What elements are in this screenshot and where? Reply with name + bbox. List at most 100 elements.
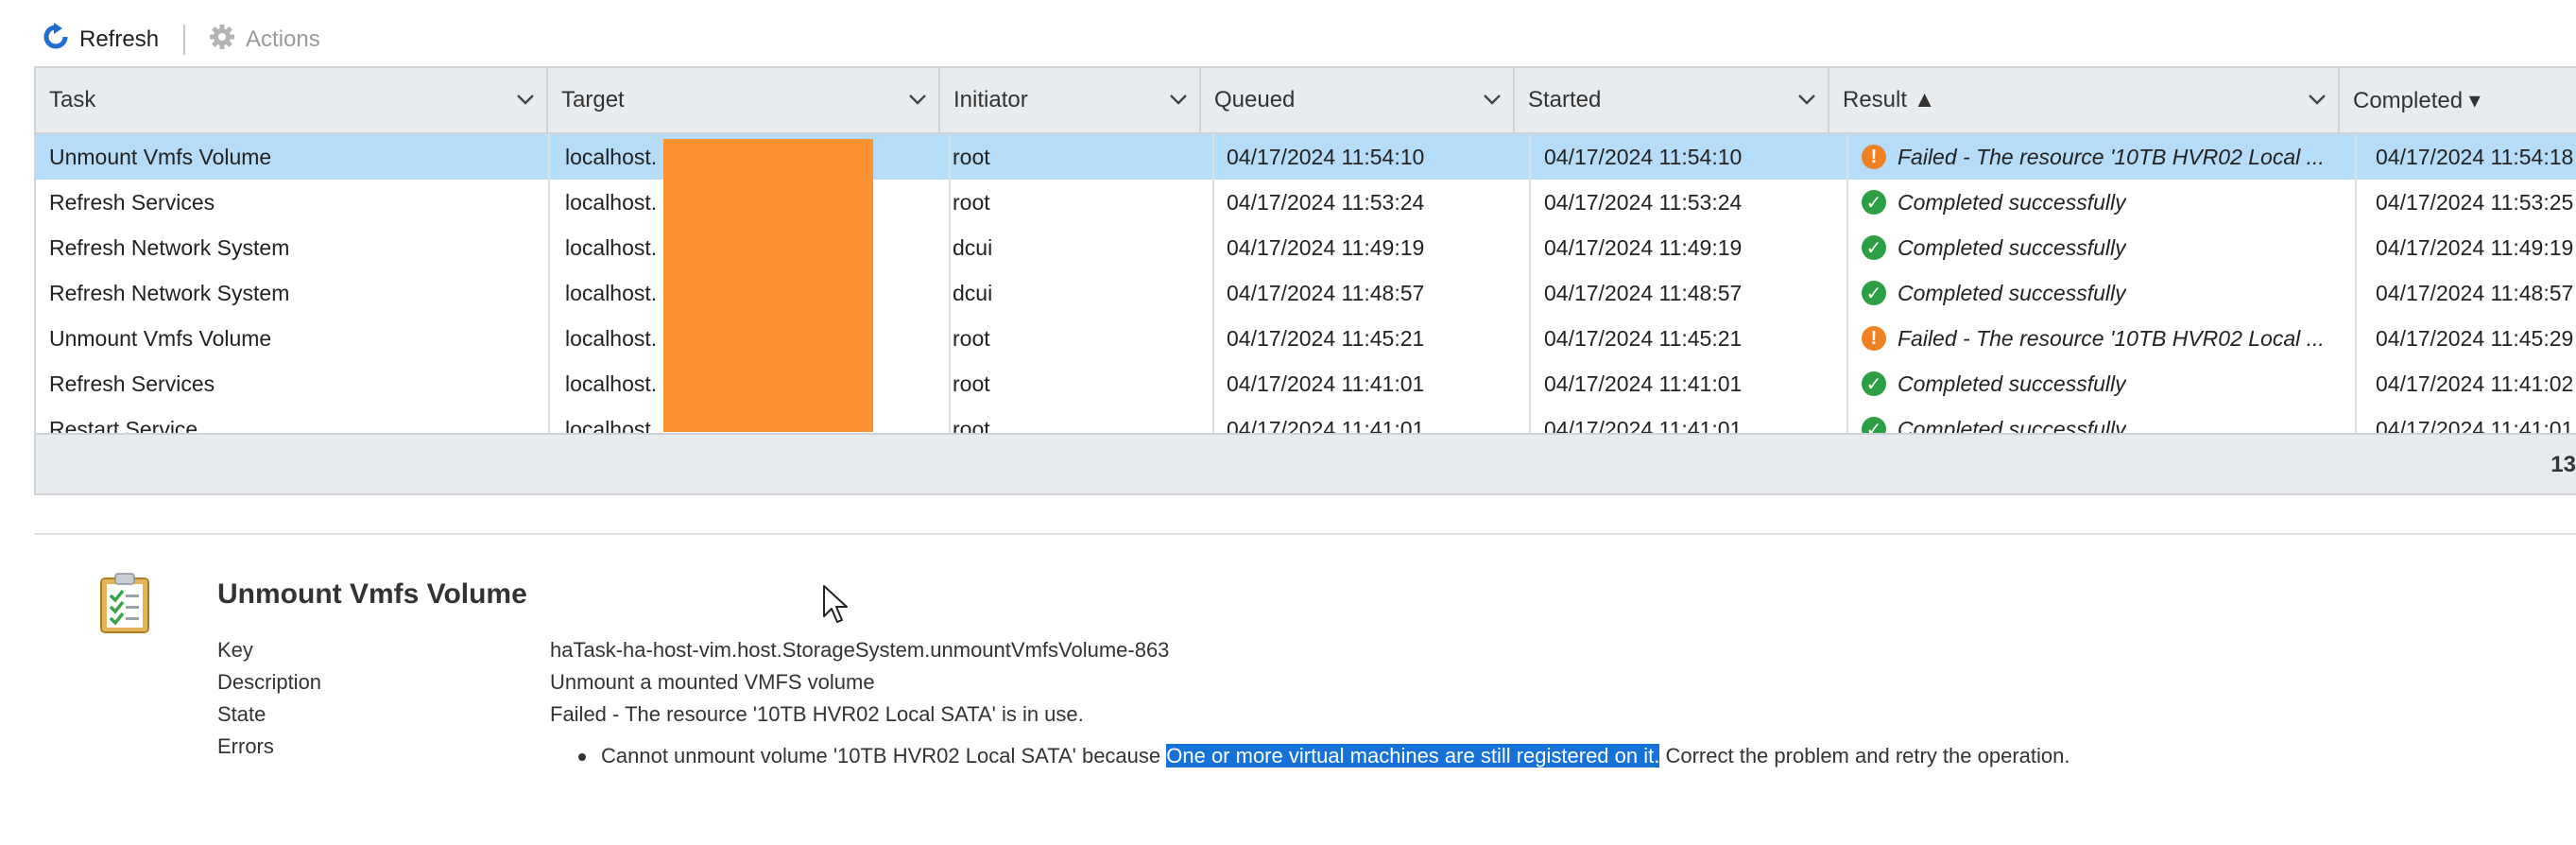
column-divider xyxy=(548,180,550,225)
cell-started: 04/17/2024 11:49:19 xyxy=(1544,234,1743,260)
column-divider xyxy=(2355,180,2357,225)
column-header-label: Completed ▾ xyxy=(2353,87,2481,113)
column-divider xyxy=(1846,180,1848,225)
column-divider xyxy=(1846,361,1848,406)
cell-result: ✓ Completed successfully xyxy=(1862,180,2334,225)
column-divider xyxy=(1529,270,1531,316)
checkmark-icon: ✓ xyxy=(1862,190,1886,215)
column-divider xyxy=(1846,134,1848,180)
cell-queued: 04/17/2024 11:49:19 xyxy=(1227,234,1425,260)
clipboard-checklist-icon xyxy=(98,573,151,640)
cell-result: ✓ Completed successfully xyxy=(1862,225,2334,270)
checkmark-icon: ✓ xyxy=(1862,281,1886,305)
cell-task: Refresh Services xyxy=(49,371,215,396)
redaction-block xyxy=(663,139,873,432)
column-divider xyxy=(1529,134,1531,180)
result-text: Failed - The resource '10TB HVR02 Local … xyxy=(1898,144,2325,169)
cell-task: Refresh Network System xyxy=(49,234,290,260)
column-divider xyxy=(949,225,951,270)
column-divider xyxy=(1529,225,1531,270)
result-text: Completed successfully xyxy=(1898,234,2126,260)
column-divider xyxy=(2355,316,2357,361)
cell-completed: 04/17/2024 11:54:18 xyxy=(2376,144,2574,169)
cell-task: Refresh Services xyxy=(49,189,215,215)
chevron-down-icon[interactable] xyxy=(908,93,927,106)
key-value: haTask-ha-host-vim.host.StorageSystem.un… xyxy=(550,638,1170,662)
column-header-target[interactable]: Target xyxy=(548,68,940,132)
cell-queued: 04/17/2024 11:48:57 xyxy=(1227,280,1425,305)
column-header-label: Result ▲ xyxy=(1843,87,1936,112)
cell-queued: 04/17/2024 11:41:01 xyxy=(1227,371,1425,396)
error-text-highlighted[interactable]: One or more virtual machines are still r… xyxy=(1166,744,1660,767)
error-text-after: Correct the problem and retry the operat… xyxy=(1659,744,2070,767)
warning-icon: ! xyxy=(1862,145,1886,169)
cell-initiator: root xyxy=(953,144,990,169)
cell-result: ! Failed - The resource '10TB HVR02 Local… xyxy=(1862,134,2334,180)
column-divider xyxy=(949,316,951,361)
column-divider xyxy=(548,225,550,270)
column-header-result[interactable]: Result ▲ xyxy=(1829,68,2340,132)
chevron-down-icon[interactable] xyxy=(1169,93,1188,106)
column-divider xyxy=(1529,316,1531,361)
column-header-queued[interactable]: Queued xyxy=(1201,68,1515,132)
column-header-task[interactable]: Task xyxy=(36,68,548,132)
bullet xyxy=(578,753,586,762)
cell-queued: 04/17/2024 11:54:10 xyxy=(1227,144,1425,169)
table-row[interactable]: Refresh Network System localhost. dcui 04/1… xyxy=(36,270,2576,316)
checkmark-icon: ✓ xyxy=(1862,371,1886,396)
table-row[interactable]: Unmount Vmfs Volume localhost. root 04/17/2… xyxy=(36,134,2576,180)
result-text: Completed successfully xyxy=(1898,280,2126,305)
result-text: Completed successfully xyxy=(1898,189,2126,215)
result-text: Failed - The resource '10TB HVR02 Local … xyxy=(1898,325,2325,351)
cell-queued: 04/17/2024 11:45:21 xyxy=(1227,325,1425,351)
column-divider xyxy=(1212,134,1214,180)
chevron-down-icon[interactable] xyxy=(1797,93,1816,106)
column-header-label: Queued xyxy=(1214,87,1296,112)
column-header-started[interactable]: Started xyxy=(1515,68,1829,132)
grid-footer: 13 xyxy=(36,433,2576,493)
result-text: Completed successfully xyxy=(1898,371,2126,396)
item-count: 13 xyxy=(2550,452,2576,477)
column-header-initiator[interactable]: Initiator xyxy=(940,68,1201,132)
toolbar-separator xyxy=(183,25,186,55)
chevron-down-icon[interactable] xyxy=(516,93,535,106)
detail-title: Unmount Vmfs Volume xyxy=(217,578,527,610)
chevron-down-icon[interactable] xyxy=(2308,93,2327,106)
column-header-label: Target xyxy=(561,87,625,112)
column-divider xyxy=(1846,270,1848,316)
mouse-cursor-icon xyxy=(822,584,849,629)
column-divider xyxy=(1846,316,1848,361)
cell-completed: 04/17/2024 11:53:25 xyxy=(2376,189,2574,215)
description-label: Description xyxy=(217,670,322,694)
cell-queued: 04/17/2024 11:53:24 xyxy=(1227,189,1425,215)
table-row[interactable]: Refresh Network System localhost. dcui 04/1… xyxy=(36,225,2576,270)
column-divider xyxy=(1212,180,1214,225)
column-header-completed[interactable]: Completed ▾ xyxy=(2340,68,2576,132)
key-label: Key xyxy=(217,638,253,662)
state-label: State xyxy=(217,702,266,726)
toolbar: Refresh Actions xyxy=(42,21,320,59)
table-row[interactable]: Unmount Vmfs Volume localhost. root 04/17/2… xyxy=(36,316,2576,361)
cell-initiator: root xyxy=(953,325,990,351)
cell-task: Unmount Vmfs Volume xyxy=(49,144,272,169)
column-divider xyxy=(949,361,951,406)
checkmark-icon: ✓ xyxy=(1862,235,1886,260)
actions-button[interactable]: Actions xyxy=(208,23,320,58)
table-row[interactable]: Refresh Services localhost. root 04/17/2024… xyxy=(36,361,2576,406)
table-row[interactable]: Refresh Services localhost. root 04/17/2024… xyxy=(36,180,2576,225)
cell-result: ✓ Completed successfully xyxy=(1862,270,2334,316)
cell-result: ✓ Completed successfully xyxy=(1862,361,2334,406)
tasks-grid: Task Target Initiator Queued Started Res… xyxy=(34,66,2576,495)
column-divider xyxy=(2355,270,2357,316)
column-divider xyxy=(2355,225,2357,270)
cell-started: 04/17/2024 11:45:21 xyxy=(1544,325,1743,351)
column-divider xyxy=(1212,270,1214,316)
chevron-down-icon[interactable] xyxy=(1483,93,1502,106)
cell-started: 04/17/2024 11:53:24 xyxy=(1544,189,1743,215)
column-header-label: Started xyxy=(1528,87,1602,112)
column-divider xyxy=(1529,180,1531,225)
column-divider xyxy=(949,180,951,225)
cell-initiator: dcui xyxy=(953,234,993,260)
refresh-button[interactable]: Refresh xyxy=(42,22,159,58)
cell-completed: 04/17/2024 11:41:02 xyxy=(2376,371,2574,396)
